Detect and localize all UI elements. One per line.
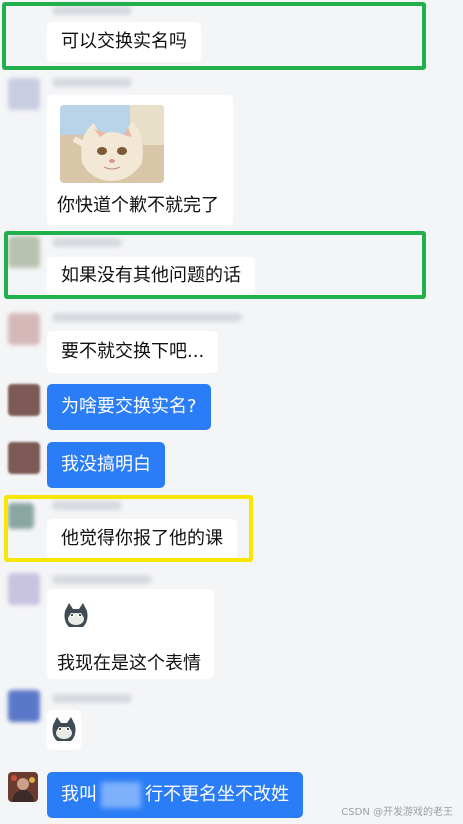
message-row: 我现在是这个表情 <box>0 567 463 682</box>
highlight-box-green <box>4 231 426 299</box>
message-card[interactable]: 你快道个歉不就完了 <box>47 95 233 225</box>
message-text-part: 行不更名坐不改姓 <box>145 784 289 805</box>
message-row: 我没搞明白 <box>0 440 463 490</box>
message-row: 你快道个歉不就完了 <box>0 70 463 230</box>
sender-name-blurred <box>52 78 132 87</box>
message-bubble-self[interactable]: 我叫 行不更名坐不改姓 <box>47 772 303 818</box>
message-text: 我现在是这个表情 <box>57 653 201 674</box>
sender-name-blurred <box>52 694 132 703</box>
avatar[interactable] <box>8 78 40 110</box>
watermark: CSDN @开发游戏的老王 <box>341 807 453 818</box>
message-bubble-self[interactable]: 为啥要交换实名? <box>47 384 211 430</box>
message-bubble-self[interactable]: 我没搞明白 <box>47 442 165 488</box>
sender-name-blurred <box>52 575 152 584</box>
avatar[interactable] <box>8 772 38 802</box>
message-bubble[interactable]: 要不就交换下吧... <box>47 331 219 373</box>
highlight-box-yellow <box>4 495 253 562</box>
message-row <box>0 688 463 758</box>
message-text: 你快道个歉不就完了 <box>57 195 219 216</box>
sticker-card[interactable] <box>47 710 81 750</box>
avatar[interactable] <box>8 690 40 722</box>
avatar[interactable] <box>8 384 40 416</box>
redacted-name <box>101 782 141 808</box>
message-text-part: 我叫 <box>61 784 97 805</box>
cat-photo[interactable] <box>60 105 164 183</box>
message-card[interactable]: 我现在是这个表情 <box>47 589 214 679</box>
sender-name-blurred <box>52 313 242 322</box>
message-row: 为啥要交换实名? <box>0 380 463 435</box>
avatar[interactable] <box>8 442 40 474</box>
message-row: 要不就交换下吧... <box>0 305 463 375</box>
avatar[interactable] <box>8 573 40 605</box>
cat-sticker-icon[interactable] <box>61 601 91 631</box>
cat-sticker-icon[interactable] <box>49 715 79 745</box>
avatar[interactable] <box>8 313 40 345</box>
highlight-box-green <box>2 2 426 70</box>
